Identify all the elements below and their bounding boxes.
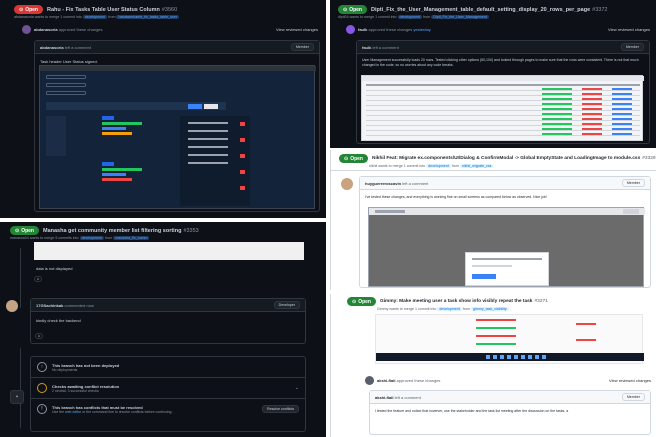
head-branch[interactable]: nikhil_migrate_css — [459, 164, 494, 168]
view-reviewed-changes-link[interactable]: View reviewed changes — [608, 27, 650, 32]
pr-title[interactable]: Manasha get community member list filter… — [43, 228, 181, 234]
comment-screenshot[interactable] — [34, 242, 304, 260]
comment-screenshot[interactable] — [361, 75, 644, 141]
pr-open-icon: ⊙ — [15, 227, 20, 234]
pr-panel-dipti: ⊙ Open Dipti_Fix_the_User_Management_tabl… — [330, 0, 656, 148]
pr-open-icon: ⊙ — [343, 6, 348, 13]
head-branch[interactable]: Dipti_Fix_the_User_Management — [431, 15, 489, 19]
base-branch[interactable]: development — [426, 164, 451, 168]
avatar[interactable] — [365, 376, 374, 385]
commenter-name[interactable]: akshi-fiali — [375, 395, 393, 400]
checks-pending-icon — [37, 383, 47, 393]
reviewer-name[interactable]: akshi-fiali — [377, 378, 395, 383]
comment-screenshot[interactable] — [368, 207, 645, 287]
head-branch[interactable]: gimmy_task_visibility — [471, 307, 509, 311]
pr-title[interactable]: Dipti_Fix_the_User_Management_table_defa… — [371, 7, 590, 13]
review-comment-box: akshi-fiali left a comment Member I test… — [369, 390, 651, 435]
deploy-icon: ↑ — [37, 362, 47, 372]
pr-title[interactable]: Nikhil Feat: Migrate ex.components/UI/Di… — [372, 156, 640, 161]
deploy-subtitle: No deployments — [52, 367, 78, 372]
merge-box: ↑ This branch has not been deployed No d… — [30, 356, 306, 432]
pr-title[interactable]: Gimmy: Make meeting user a task show inf… — [380, 299, 533, 304]
view-reviewed-changes-link[interactable]: View reviewed changes — [276, 27, 318, 32]
pr-panel-rahu: ⊙ Open Rahu - Fix Tasks Table User Status… — [0, 0, 326, 218]
review-comment-box: abdanasoria left a comment Member Task h… — [34, 40, 320, 212]
role-badge: Member — [621, 179, 645, 187]
comment-text: User Management successfully loads 20 ro… — [362, 58, 639, 67]
commenter-name[interactable]: abdanasoria — [40, 45, 64, 50]
pr-panel-gimmy: ⊙ Open Gimmy: Make meeting user a task sh… — [330, 294, 656, 437]
reaction-icon[interactable]: ☺ — [35, 333, 43, 339]
git-merge-icon: ⑂ — [10, 390, 24, 404]
head-branch[interactable]: manasha_fix_comm — [113, 236, 150, 240]
status-badge: ⊙ Open — [10, 226, 39, 235]
avatar[interactable] — [346, 25, 355, 34]
conflict-subtitle: Use the web editor or the command line t… — [52, 409, 173, 414]
pr-number: #3353 — [183, 227, 199, 234]
pr-open-icon: ⊙ — [352, 298, 357, 305]
reviewer-name[interactable]: abdanasoria — [34, 27, 58, 32]
reaction-icon[interactable]: ☺ — [34, 276, 42, 282]
role-badge: Member — [290, 43, 314, 51]
review-comment-box: faulk left a comment Member User Managem… — [356, 40, 650, 144]
avatar[interactable] — [6, 300, 18, 312]
role-badge: Member — [621, 393, 645, 401]
base-branch[interactable]: development — [397, 15, 423, 19]
commenter-name[interactable]: faulk — [362, 45, 371, 50]
head-branch[interactable]: hartawenhanfe_fix_tasks_table_user — [116, 15, 180, 19]
comment-text: data is not displayed — [36, 266, 73, 271]
status-badge: ⊙ Open — [14, 5, 43, 14]
pr-open-icon: ⊙ — [19, 6, 24, 13]
role-badge: Member — [620, 43, 644, 51]
pr-subtitle: manasha04 wants to merge 5 commits into … — [10, 236, 150, 240]
comment-text: I tested the feature and notice that how… — [375, 409, 569, 413]
comment-text: kindly check the backend — [36, 318, 81, 323]
commenter-name[interactable]: 17GSachinkak — [36, 303, 63, 308]
review-comment-box: huyguerreroscavin left a comment Member … — [359, 176, 651, 288]
role-badge: Developer — [273, 301, 300, 309]
pr-subtitle: nikhil wants to merge 1 commit into deve… — [369, 164, 494, 168]
pr-number: #3271 — [534, 299, 548, 304]
pr-panel-manasha: ⊙ Open Manasha get community member list … — [0, 222, 326, 437]
comment-screenshot[interactable] — [375, 314, 644, 364]
pr-number: #3329 — [642, 156, 656, 161]
checks-subtitle: 2 neutral, 3 successful checks — [52, 388, 99, 393]
alert-icon: ! — [37, 404, 47, 414]
web-editor-link[interactable]: web editor — [65, 410, 81, 414]
review-action: approved these changes — [58, 27, 103, 32]
base-branch[interactable]: development — [82, 15, 108, 19]
resolve-conflicts-button[interactable]: Resolve conflicts — [262, 405, 299, 413]
commenter-name[interactable]: huyguerreroscavin — [365, 181, 401, 186]
comment-box: 17GSachinkak commented now Developer kin… — [30, 298, 306, 344]
avatar[interactable] — [341, 178, 353, 190]
status-badge: ⊙ Open — [338, 5, 367, 14]
reviewer-name[interactable]: faulk — [358, 27, 367, 32]
pr-subtitle: Gimmy wants to merge 1 commit into devel… — [377, 307, 509, 311]
status-badge: ⊙ Open — [347, 297, 376, 306]
deploy-title: This branch has not been deployed — [52, 362, 120, 368]
pr-number: #3372 — [592, 6, 608, 13]
base-branch[interactable]: development — [79, 236, 105, 240]
view-reviewed-changes-link[interactable]: View reviewed changes — [609, 378, 651, 383]
comment-screenshot[interactable] — [39, 65, 316, 209]
pr-open-icon: ⊙ — [344, 155, 349, 162]
avatar[interactable] — [22, 25, 31, 34]
comment-text: I've tested these changes, and everythin… — [365, 195, 547, 199]
pr-number: #3560 — [161, 6, 178, 13]
base-branch[interactable]: development — [437, 307, 462, 311]
status-badge: ⊙ Open — [339, 154, 368, 163]
pr-title[interactable]: Rahu - Fix Tasks Table User Status Colum… — [47, 7, 160, 13]
chevron-down-icon[interactable]: ⌄ — [295, 385, 299, 391]
pr-panel-nikhil: ⊙ Open Nikhil Feat: Migrate ex.components… — [330, 150, 656, 290]
